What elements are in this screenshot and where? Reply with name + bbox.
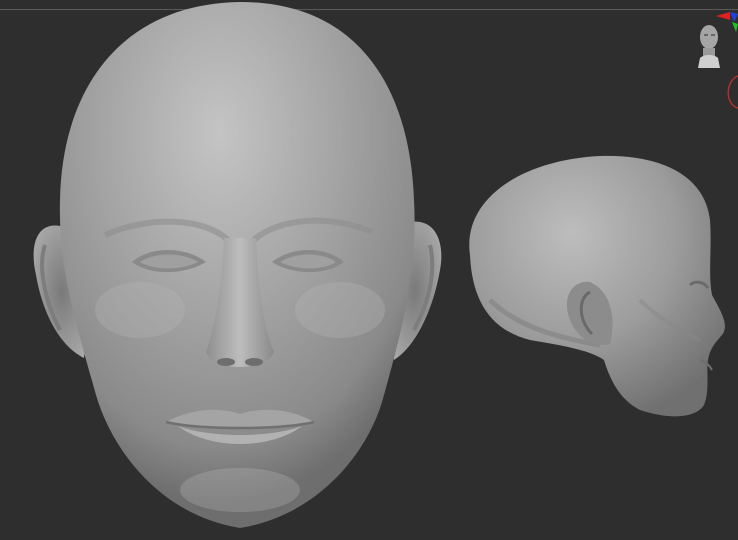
head-front-view[interactable] [33,2,442,528]
head-side-view[interactable] [469,155,725,417]
side-head-surface [469,155,725,417]
axis-gizmo-icon[interactable] [714,10,738,32]
orbit-ring-icon[interactable] [724,74,738,110]
3d-viewport[interactable] [0,0,738,540]
sculpt-scene [33,2,725,528]
